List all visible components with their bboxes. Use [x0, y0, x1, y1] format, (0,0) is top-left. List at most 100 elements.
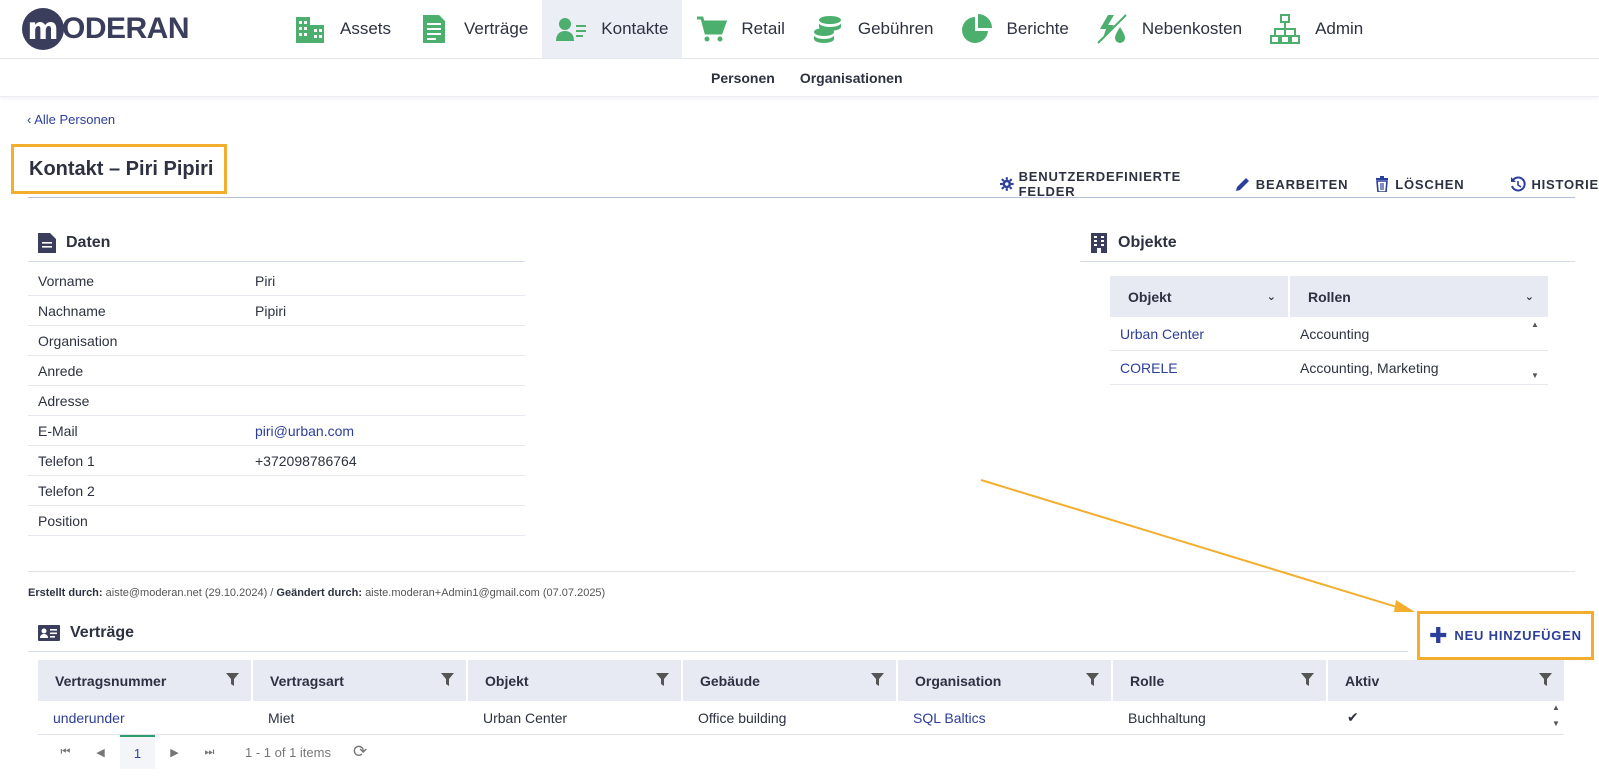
- vertragsart-cell: Miet: [268, 709, 295, 726]
- edit-label: BEARBEITEN: [1255, 176, 1349, 192]
- gebaeude-cell: Office building: [698, 709, 787, 726]
- nav-label: Retail: [741, 19, 785, 38]
- daten-row-nachname: Nachname Pipiri: [28, 296, 525, 326]
- nav-item-gebuehren[interactable]: Gebühren: [799, 0, 948, 58]
- daten-row-organisation: Organisation: [28, 326, 525, 356]
- rolle-cell: Buchhaltung: [1128, 709, 1206, 726]
- aktiv-checkmark-icon: ✔: [1347, 709, 1359, 725]
- column-header-vertragsart[interactable]: Vertragsart: [253, 660, 468, 701]
- history-icon: [1511, 176, 1527, 192]
- filter-icon[interactable]: [1539, 672, 1552, 689]
- field-label: Organisation: [38, 332, 118, 349]
- column-header-vertragsnummer[interactable]: Vertragsnummer: [38, 660, 253, 701]
- refresh-icon[interactable]: ⟳: [353, 742, 367, 762]
- add-new-button[interactable]: ✚ NEU HINZUFÜGEN: [1417, 611, 1594, 660]
- nav-item-vertraege[interactable]: Verträge: [405, 0, 542, 58]
- custom-fields-button[interactable]: BENUTZERDEFINIERTE FELDER: [1000, 169, 1209, 199]
- nav-item-assets[interactable]: Assets: [281, 0, 405, 58]
- custom-fields-label: BENUTZERDEFINIERTE FELDER: [1018, 169, 1182, 199]
- column-header-gebaeude[interactable]: Gebäude: [683, 660, 898, 701]
- nav-item-berichte[interactable]: Berichte: [948, 0, 1083, 58]
- nav-item-admin[interactable]: Admin: [1256, 0, 1377, 58]
- next-page-icon[interactable]: ▶: [157, 746, 192, 759]
- objekte-table: Objekt ⌄ Rollen ⌄ Urban Center Accountin…: [1110, 276, 1548, 385]
- document-icon: [417, 12, 451, 46]
- filter-icon[interactable]: [656, 672, 669, 689]
- vertraege-grid-header: Vertragsnummer Vertragsart Objekt Gebäud…: [38, 660, 1564, 701]
- org-chart-icon: [1268, 12, 1302, 46]
- subnav-item-personen[interactable]: Personen: [711, 70, 775, 86]
- column-header-rollen[interactable]: Rollen ⌄: [1290, 276, 1546, 317]
- subnav-item-organisationen[interactable]: Organisationen: [800, 70, 903, 86]
- objekte-divider: [1080, 261, 1575, 262]
- column-label: Objekt: [485, 672, 529, 689]
- trash-icon: [1376, 176, 1389, 192]
- nav-item-kontakte[interactable]: Kontakte: [542, 0, 683, 58]
- back-link-alle-personen[interactable]: ‹ Alle Personen: [27, 112, 115, 127]
- organisation-link[interactable]: SQL Baltics: [898, 710, 1113, 726]
- objekt-cell: Urban Center: [483, 709, 568, 726]
- table-row: CORELE Accounting, Marketing: [1110, 351, 1548, 385]
- cart-icon: [694, 12, 728, 46]
- column-label: Rollen: [1308, 288, 1351, 305]
- nav-item-nebenkosten[interactable]: Nebenkosten: [1083, 0, 1256, 58]
- daten-row-adresse: Adresse: [28, 386, 525, 416]
- nav-label: Verträge: [464, 19, 529, 38]
- scroll-down-icon[interactable]: ▼: [1552, 720, 1560, 728]
- top-navigation: m ODERAN Assets Verträge Kontakte Retail…: [0, 0, 1599, 59]
- moderan-logo[interactable]: m ODERAN: [22, 8, 190, 50]
- vertragsnummer-link[interactable]: underunder: [38, 710, 253, 726]
- created-label: Erstellt durch:: [28, 587, 103, 599]
- delete-button[interactable]: LÖSCHEN: [1374, 176, 1464, 192]
- prev-page-icon[interactable]: ◀: [83, 746, 118, 759]
- logo-mark: m: [22, 8, 64, 50]
- column-label: Objekt: [1128, 288, 1172, 305]
- field-label: Telefon 2: [38, 482, 95, 499]
- filter-icon[interactable]: [441, 672, 454, 689]
- history-button[interactable]: HISTORIE: [1510, 176, 1599, 192]
- nav-label: Assets: [340, 19, 392, 38]
- scroll-down-icon[interactable]: ▼: [1531, 372, 1539, 380]
- current-page[interactable]: 1: [120, 735, 155, 769]
- nav-label: Gebühren: [857, 19, 934, 38]
- column-header-aktiv[interactable]: Aktiv: [1328, 660, 1564, 701]
- field-label: E-Mail: [38, 422, 78, 439]
- coins-icon: [811, 12, 845, 46]
- pie-chart-icon: [960, 12, 994, 46]
- column-label: Gebäude: [700, 672, 760, 689]
- plus-icon: ✚: [1429, 622, 1449, 648]
- delete-label: LÖSCHEN: [1395, 176, 1465, 192]
- filter-icon[interactable]: [1301, 672, 1314, 689]
- page-actions: BENUTZERDEFINIERTE FELDER BEARBEITEN LÖS…: [1000, 169, 1599, 199]
- nav-label: Berichte: [1006, 19, 1069, 38]
- objekt-link[interactable]: CORELE: [1110, 360, 1290, 376]
- vertraege-title: Verträge: [70, 624, 135, 641]
- column-header-objekt[interactable]: Objekt: [468, 660, 683, 701]
- filter-icon[interactable]: [226, 672, 239, 689]
- column-header-organisation[interactable]: Organisation: [898, 660, 1113, 701]
- objekte-table-header: Objekt ⌄ Rollen ⌄: [1110, 276, 1548, 317]
- nav-label: Kontakte: [601, 19, 669, 38]
- nav-label: Admin: [1315, 19, 1364, 38]
- daten-row-vorname: Vorname Piri: [28, 266, 525, 296]
- page-title: Kontakt – Piri Pipiri: [11, 144, 227, 194]
- nav-item-retail[interactable]: Retail: [682, 0, 798, 58]
- filter-icon[interactable]: [1086, 672, 1099, 689]
- field-label: Telefon 1: [38, 452, 95, 469]
- daten-row-email: E-Mail piri@urban.com: [28, 416, 525, 446]
- rollen-value: Accounting, Marketing: [1300, 359, 1439, 376]
- daten-row-position: Position: [28, 506, 525, 536]
- field-label: Adresse: [38, 392, 90, 409]
- email-link[interactable]: piri@urban.com: [255, 423, 354, 439]
- rollen-value: Accounting: [1300, 325, 1370, 342]
- objekt-link[interactable]: Urban Center: [1110, 326, 1290, 342]
- scroll-up-icon[interactable]: ▲: [1552, 704, 1560, 712]
- filter-icon[interactable]: [871, 672, 884, 689]
- column-header-objekt[interactable]: Objekt ⌄: [1110, 276, 1290, 317]
- first-page-icon[interactable]: ⏮: [48, 746, 83, 759]
- column-header-rolle[interactable]: Rolle: [1113, 660, 1328, 701]
- last-page-icon[interactable]: ⏭: [192, 746, 227, 759]
- scroll-up-icon[interactable]: ▲: [1531, 321, 1539, 329]
- edit-button[interactable]: BEARBEITEN: [1235, 176, 1349, 192]
- column-label: Vertragsart: [270, 672, 344, 689]
